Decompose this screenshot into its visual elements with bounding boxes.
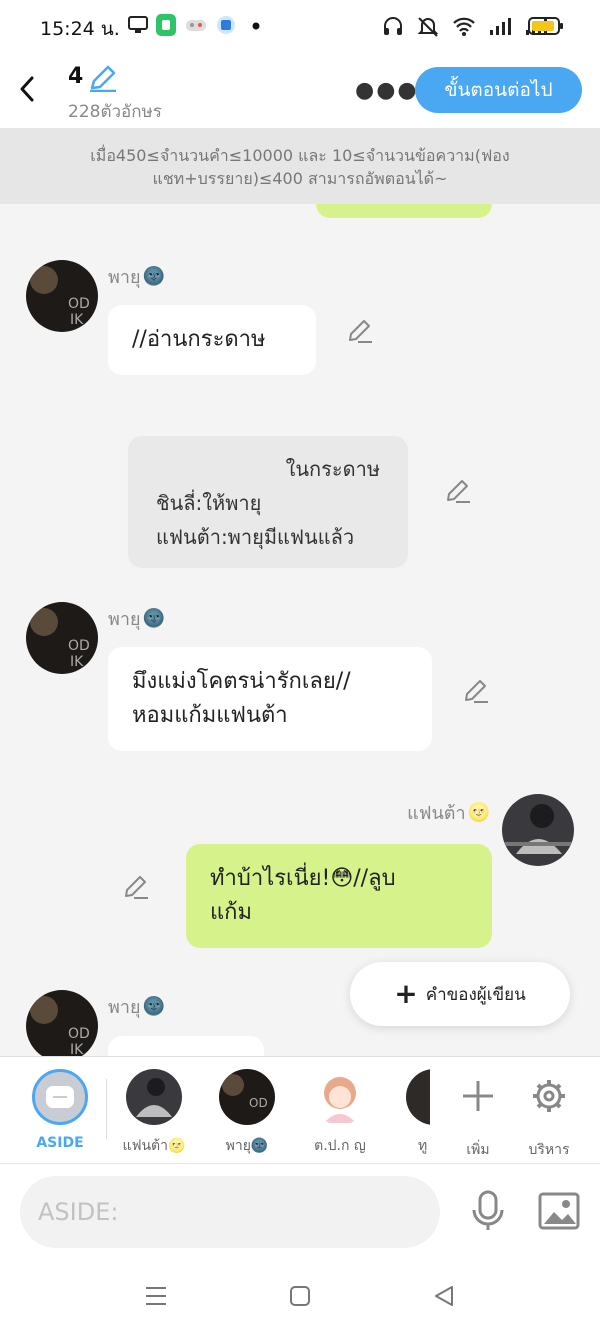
character-tpk[interactable]: ต.ป.ก ญ — [300, 1069, 380, 1157]
signal-icon-1 — [490, 18, 511, 35]
chat-bubble-partial[interactable] — [108, 1036, 264, 1056]
status-time: 15:24 น. — [40, 18, 120, 40]
aside-avatar — [32, 1069, 88, 1125]
wifi-icon — [453, 17, 475, 36]
speaker-name: แฟนต้า 🌝 — [407, 802, 490, 824]
system-nav-bar — [0, 1260, 600, 1333]
edit-pencil-icon[interactable] — [462, 678, 490, 704]
more-horizontal-icon[interactable]: ●●● — [355, 78, 419, 103]
avatar-tpk — [312, 1069, 368, 1125]
image-icon[interactable] — [538, 1192, 580, 1230]
edit-pencil-icon[interactable] — [346, 318, 374, 344]
plus-icon — [463, 1081, 493, 1111]
chat-bubble[interactable]: มึงแม่งโคตรน่ารักเลย// หอมแก้มแฟนต้า — [108, 647, 432, 751]
chat-area[interactable]: OD IK พายุ 🌚 //อ่านกระดาษ ในกระดาษ ชินลี่:… — [0, 204, 600, 1056]
manage-characters-button[interactable]: บริหาร — [509, 1069, 589, 1161]
avatar-fanta — [126, 1069, 182, 1125]
character-fanta[interactable]: แฟนต้า🌝 — [114, 1069, 194, 1157]
edit-title-pencil-icon[interactable] — [88, 64, 118, 92]
chapter-header: 4 228ตัวอักษร ●●● ขั้นตอนต่อไป — [0, 52, 600, 128]
avatar-phayu[interactable]: OD IK — [26, 990, 98, 1056]
gamepad-icon — [186, 20, 206, 31]
avatar-partial — [406, 1069, 430, 1125]
app-icon-blue — [217, 16, 235, 34]
character-aside[interactable]: ASIDE — [20, 1069, 100, 1151]
aside-bubble-icon — [46, 1086, 74, 1108]
character-phayu[interactable]: OD พายุ🌚 — [207, 1069, 287, 1157]
microphone-icon[interactable] — [470, 1190, 506, 1234]
edit-pencil-icon[interactable] — [122, 874, 150, 900]
speaker-name: พายุ 🌚 — [108, 608, 165, 630]
home-square-icon[interactable] — [288, 1284, 312, 1308]
chat-bubble[interactable]: //อ่านกระดาษ — [108, 305, 316, 375]
chapter-title: 4 — [68, 64, 84, 89]
screen-icon — [128, 16, 148, 33]
svg-text:OD: OD — [68, 638, 90, 654]
speaker-name: พายุ 🌚 — [108, 266, 165, 288]
svg-text:OD: OD — [68, 1026, 90, 1042]
svg-text:OD: OD — [249, 1096, 268, 1110]
headphones-icon — [384, 17, 402, 35]
menu-icon[interactable] — [144, 1284, 168, 1308]
character-divider — [106, 1079, 107, 1139]
character-bar: ASIDE แฟนต้า🌝 OD พายุ🌚 ต.ป.ก ญ ทู เพิ่ม … — [0, 1056, 600, 1164]
narration-box[interactable]: ในกระดาษ ชินลี่:ให้พายุ แฟนต้า:พายุมีแฟน… — [128, 436, 408, 568]
mute-icon — [417, 17, 439, 37]
back-triangle-icon[interactable] — [432, 1284, 456, 1308]
avatar-phayu[interactable]: OD IK — [26, 602, 98, 674]
svg-text:IK: IK — [70, 312, 84, 328]
chat-bubble[interactable]: ทำบ้าไรเนี่ย!😳//ลูบ แก้ม — [186, 844, 492, 948]
battery-icon — [528, 17, 563, 35]
avatar-phayu[interactable]: OD IK — [26, 260, 98, 332]
chat-bubble-partial[interactable] — [316, 204, 492, 218]
gear-icon — [533, 1080, 565, 1112]
status-right-icons — [382, 15, 548, 37]
app-icon-green — [156, 14, 176, 36]
svg-text:IK: IK — [70, 654, 84, 670]
message-input[interactable] — [20, 1176, 440, 1248]
character-partial[interactable]: ทู — [400, 1069, 430, 1159]
plus-icon: + — [394, 977, 418, 1010]
char-count: 228ตัวอักษร — [68, 102, 162, 122]
back-arrow-icon[interactable] — [16, 74, 40, 104]
dot-icon — [252, 22, 260, 30]
author-note-button[interactable]: + คำของผู้เขียน — [350, 962, 570, 1026]
status-bar: 15:24 น. — [0, 0, 600, 52]
speaker-name: พายุ 🌚 — [108, 996, 165, 1018]
add-character-button[interactable]: เพิ่ม — [438, 1069, 518, 1161]
word-limit-notice: เมื่อ450≤จำนวนคำ≤10000 และ 10≤จำนวนข้อคว… — [0, 128, 600, 204]
next-step-button[interactable]: ขั้นตอนต่อไป — [415, 67, 582, 113]
svg-text:OD: OD — [68, 296, 90, 312]
avatar-fanta[interactable] — [502, 794, 574, 866]
avatar-phayu: OD — [219, 1069, 275, 1125]
input-bar — [0, 1164, 600, 1260]
svg-text:IK: IK — [70, 1042, 84, 1056]
edit-pencil-icon[interactable] — [444, 478, 472, 504]
